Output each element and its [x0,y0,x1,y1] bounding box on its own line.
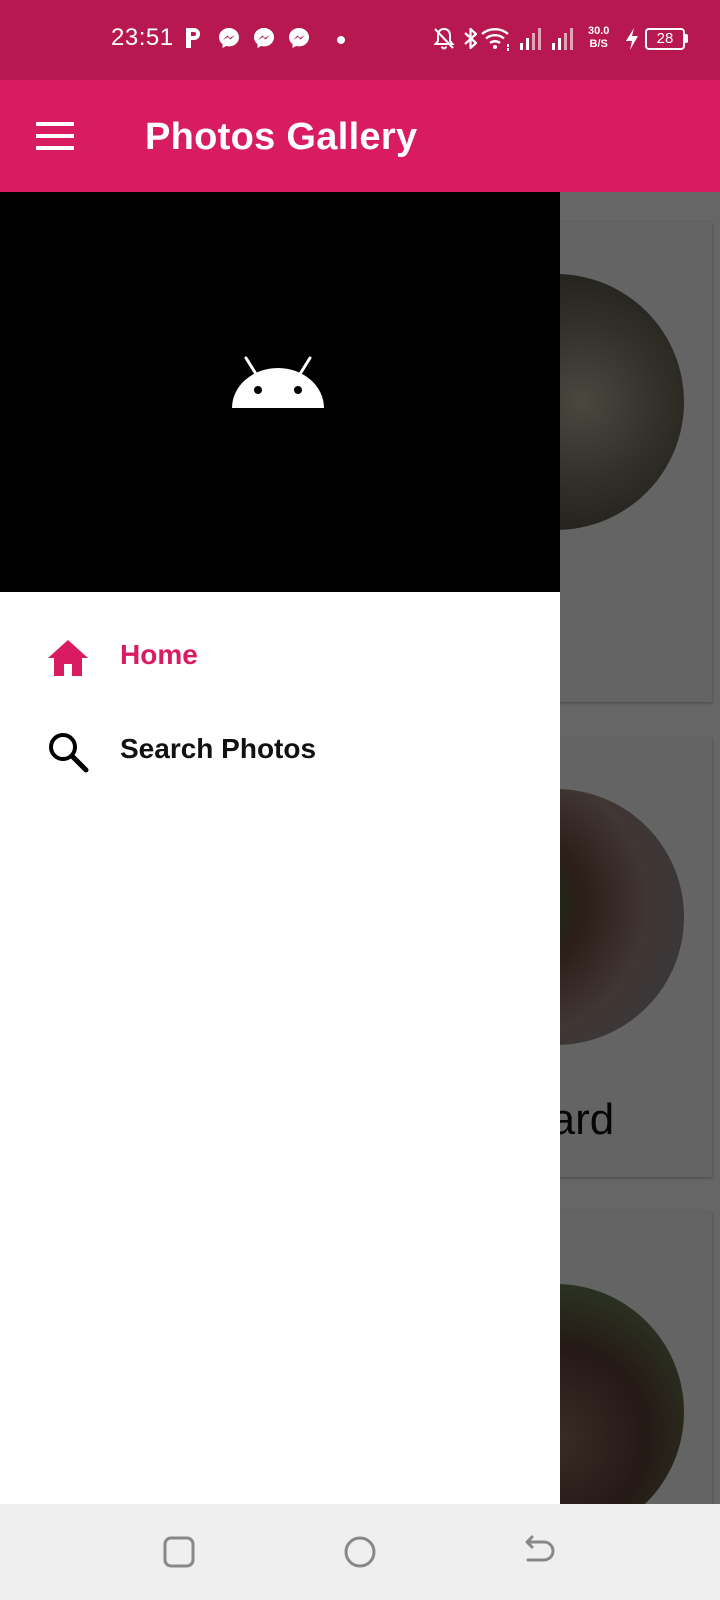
nav-item-label: Home [120,639,198,670]
nav-item-search-photos[interactable]: Search Photos [0,702,560,798]
app-title: Photos Gallery [145,116,418,158]
messenger-icon [289,28,309,48]
circle-home-icon [344,1536,376,1568]
network-speed-value: 30.0 [588,25,610,37]
recents-icon [163,1536,195,1568]
signal-icon [520,28,541,50]
charging-icon [626,28,638,50]
android-icon [232,356,324,408]
battery-cap [685,34,688,43]
system-navigation-bar [0,1504,720,1600]
network-speed-unit: B/S [589,38,608,50]
battery-indicator: 28 [645,28,685,50]
home-button[interactable] [336,1528,384,1576]
wifi-icon [481,28,509,51]
menu-button[interactable] [24,106,88,166]
recents-button[interactable] [155,1528,203,1576]
network-speed: 30.0 B/S [588,25,609,51]
nav-item-label: Search Photos [120,733,317,764]
back-button[interactable] [516,1528,564,1576]
status-bar: 23:51 30.0 B/S 28 [0,0,720,80]
back-icon [525,1535,555,1562]
messenger-icon [219,28,239,48]
bell-muted-icon [433,27,455,50]
app-bar: Photos Gallery [0,80,720,192]
hamburger-menu-icon [36,122,74,150]
drawer-header [0,192,560,592]
nav-item-home[interactable]: Home [0,608,560,704]
parking-icon [186,28,200,48]
dot-icon [337,36,345,44]
home-icon [48,640,88,676]
signal-icon [552,28,573,50]
search-icon [49,733,89,773]
battery-level: 28 [656,30,674,47]
navigation-drawer: Home Search Photos [0,192,560,1504]
status-time: 23:51 [111,24,174,51]
messenger-icon [254,28,274,48]
bluetooth-icon [464,27,478,50]
